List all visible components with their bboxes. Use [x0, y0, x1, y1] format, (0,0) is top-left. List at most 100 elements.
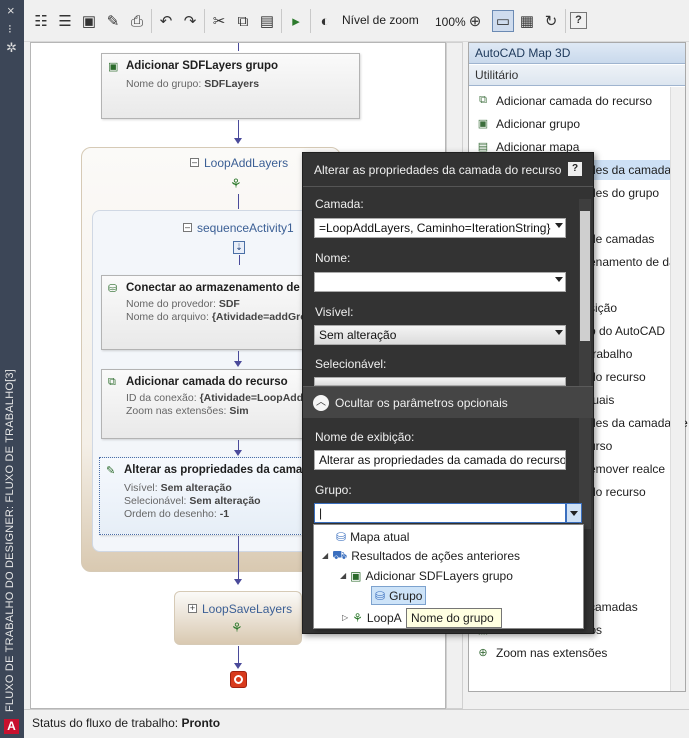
close-icon[interactable]: × [7, 3, 15, 18]
panel-header-autocad[interactable]: AutoCAD Map 3D [469, 43, 685, 64]
database-icon: ⛁ [336, 529, 347, 544]
save-icon[interactable]: ▣ [78, 10, 100, 32]
database-icon: ⛁ [375, 588, 386, 603]
tree-item-previous-results[interactable]: ◢ ⛟ Resultados de ações anteriores [322, 546, 520, 565]
visible-label: Visível: [315, 305, 354, 319]
activity-title: Adicionar SDFLayers grupo [126, 60, 279, 72]
activity-add-layer[interactable]: ⧉ Adicionar camada do recurso ID da cone… [101, 369, 321, 439]
run-icon[interactable]: ▸ [285, 10, 307, 32]
collapse-icon[interactable]: – [183, 223, 192, 232]
save-as-icon[interactable]: ✎ [102, 10, 124, 32]
dialog-title: Alterar as propriedades da camada do rec… [314, 163, 562, 177]
add-group-icon: ▣ [477, 118, 489, 130]
tree-item-add-group[interactable]: ◢ ▣ Adicionar SDFLayers grupo [340, 566, 513, 585]
layer-label: Camada: [315, 197, 364, 211]
activity-row: Nome do grupo: SDFLayers [126, 78, 260, 90]
zoom-value[interactable]: 100% [435, 15, 466, 29]
pin-icon[interactable]: ⁝ [8, 22, 12, 36]
status-bar: Status do fluxo de trabalho: Pronto [24, 709, 689, 738]
selectable-select[interactable] [314, 377, 566, 386]
panel-item[interactable]: o do AutoCAD [589, 321, 665, 341]
expand-icon[interactable]: + [188, 604, 197, 613]
loop-tree-icon: ⚘ [231, 620, 243, 635]
end-icon [230, 671, 247, 688]
undo-icon[interactable]: ↶ [155, 10, 177, 32]
optional-toggle[interactable]: ︿ Ocultar os parâmetros opcionais [303, 386, 593, 418]
help-icon[interactable]: ? [570, 12, 587, 29]
panel-scrollbar[interactable] [670, 87, 685, 691]
paste-icon[interactable]: ▤ [256, 10, 278, 32]
designer-side-bar: × ⁝ ✲ FLUXO DE TRABALHO DO DESIGNER: FLU… [0, 0, 24, 738]
redo-icon[interactable]: ↷ [179, 10, 201, 32]
zoom-level-icon: ◐ [320, 12, 330, 30]
activity-row: Zoom nas extensões: Sim [126, 405, 249, 417]
group-label: Grupo: [315, 483, 352, 497]
gear-icon[interactable]: ✲ [6, 40, 17, 56]
window-title: FLUXO DE TRABALHO DO DESIGNER: FLUXO DE … [4, 369, 16, 712]
activity-row: Visível: Sem alteração [124, 482, 232, 494]
loop-tree-icon: ⚘ [230, 176, 242, 191]
panel-icon[interactable]: ▦ [516, 10, 538, 32]
activity-alter-layer[interactable]: ✎ Alterar as propriedades da camada Visí… [99, 457, 316, 535]
panel-item[interactable]: de camadas [589, 229, 654, 249]
name-field[interactable] [314, 272, 566, 292]
loop-label: LoopAddLayers [204, 156, 289, 170]
activity-add-group[interactable]: ▣ Adicionar SDFLayers grupo Nome do grup… [101, 53, 360, 119]
tooltip: Nome do grupo [406, 608, 502, 628]
activity-row: Ordem do desenho: -1 [124, 508, 230, 520]
copy-icon[interactable]: ⧉ [232, 10, 254, 32]
tree-item-group[interactable]: ⛁ Grupo [371, 586, 427, 605]
activity-row: Nome do arquivo: {Atividade=addGrou [126, 311, 314, 323]
view-mode-icon[interactable]: ▭ [492, 10, 514, 32]
add-group-icon: ▣ [350, 568, 362, 583]
sequence-icon: ⇣ [233, 241, 245, 254]
cut-icon[interactable]: ✂ [208, 10, 230, 32]
help-icon[interactable]: ? [568, 162, 582, 176]
autocad-logo-icon: A [4, 719, 19, 734]
panel-item[interactable]: ▣ Adicionar grupo [475, 114, 580, 134]
panel-item[interactable]: enamento de dad [589, 252, 682, 272]
connect-icon: ⛁ [108, 283, 118, 295]
panel-header-utility[interactable]: Utilitário [469, 65, 685, 86]
panel-item[interactable]: emover realce [589, 459, 665, 479]
results-icon: ⛟ [332, 547, 348, 562]
activity-connect[interactable]: ⛁ Conectar ao armazenamento de da Nome d… [101, 275, 316, 350]
name-label: Nome: [315, 251, 351, 265]
panel-item[interactable]: des do grupo [589, 183, 659, 203]
display-name-field[interactable]: Alterar as propriedades da camada do rec… [314, 450, 566, 470]
sequence-label: sequenceActivity1 [197, 221, 294, 235]
panel-item[interactable]: ⧉ Adicionar camada do recurso [475, 91, 652, 111]
new-icon[interactable]: ☷ [30, 10, 52, 32]
status-value: Pronto [181, 716, 221, 730]
panel-item[interactable]: ⊕ Zoom nas extensões [475, 643, 607, 663]
add-group-icon: ▣ [108, 61, 119, 73]
activity-title: Adicionar camada do recurso [126, 376, 288, 388]
print-icon[interactable]: ⎙ [126, 10, 148, 32]
visible-select[interactable]: Sem alteração [314, 325, 566, 345]
activity-row: Selecionável: Sem alteração [124, 495, 261, 507]
display-name-label: Nome de exibição: [315, 430, 415, 444]
panel-item[interactable]: do recurso [589, 367, 646, 387]
panel-item[interactable]: do recurso [589, 482, 646, 502]
group-field[interactable]: | [314, 503, 566, 523]
group-dropdown-button[interactable] [566, 503, 582, 523]
status-label: Status do fluxo de trabalho: [32, 716, 179, 730]
tree-item-loop[interactable]: ▷ ⚘ LoopA [342, 608, 402, 627]
collapse-icon[interactable]: – [190, 158, 199, 167]
chevron-up-icon[interactable]: ︿ [313, 395, 329, 411]
panel-item[interactable]: camadas [589, 597, 638, 617]
properties-icon[interactable]: ☰ [54, 10, 76, 32]
refresh-icon[interactable]: ↻ [540, 10, 562, 32]
dialog-scrollbar[interactable] [579, 199, 591, 529]
activity-row: Nome do provedor: SDF [126, 298, 240, 310]
tree-item-current-map[interactable]: ⛁ Mapa atual [336, 527, 409, 546]
activity-title: Conectar ao armazenamento de da [126, 282, 317, 294]
save-loop-label: LoopSaveLayers [202, 602, 293, 616]
layer-field[interactable]: =LoopAddLayers, Caminho=IterationString} [314, 218, 566, 238]
panel-item[interactable]: trabalho [589, 344, 632, 364]
add-layer-icon: ⧉ [479, 94, 487, 106]
zoom-extents-icon: ⊕ [478, 647, 488, 659]
selectable-label: Selecionável: [315, 357, 387, 371]
zoom-icon[interactable]: ⊕ [464, 10, 486, 32]
loop-save-layers[interactable]: + LoopSaveLayers ⚘ [174, 591, 302, 645]
